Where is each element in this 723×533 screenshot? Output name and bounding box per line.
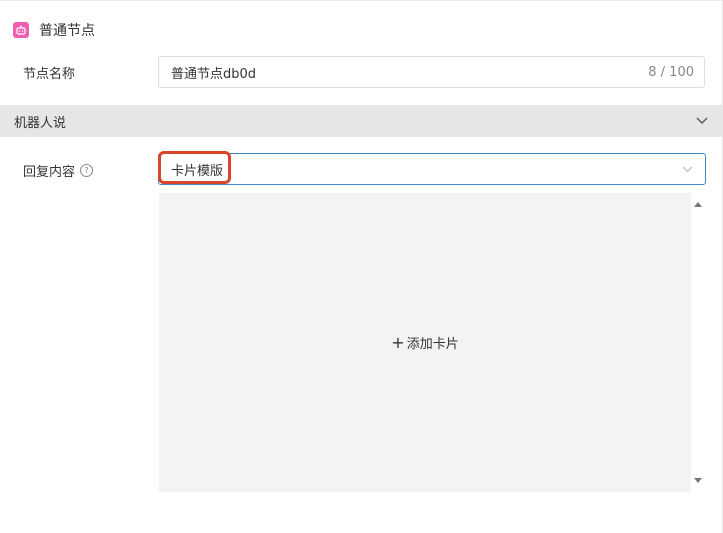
node-name-value: 普通节点db0d xyxy=(171,66,257,82)
node-title: 普通节点 xyxy=(39,23,95,39)
scrollbar[interactable] xyxy=(691,193,706,492)
robot-icon xyxy=(13,22,29,38)
plus-icon: + xyxy=(391,332,405,352)
scroll-up-arrow-icon[interactable] xyxy=(694,202,702,207)
reply-content-label: 回复内容 ? xyxy=(23,161,94,180)
add-card-label: 添加卡片 xyxy=(406,337,459,352)
reply-content-label-text: 回复内容 xyxy=(23,165,76,180)
chevron-down-icon[interactable] xyxy=(696,117,708,125)
add-card-button[interactable]: + 添加卡片 xyxy=(391,333,458,352)
help-icon[interactable]: ? xyxy=(80,164,94,177)
robot-says-section-header[interactable]: 机器人说 xyxy=(0,105,722,137)
node-name-label: 节点名称 xyxy=(23,67,76,82)
node-name-input[interactable]: 普通节点db0d 8 / 100 xyxy=(158,56,705,88)
section-title: 机器人说 xyxy=(14,115,67,131)
template-select[interactable]: 卡片模版 xyxy=(158,153,706,185)
template-select-value: 卡片模版 xyxy=(171,163,224,179)
node-header: 普通节点 xyxy=(13,19,95,41)
card-area: + 添加卡片 xyxy=(159,193,691,492)
character-count: 8 / 100 xyxy=(648,64,694,80)
top-divider xyxy=(0,0,723,1)
scroll-down-arrow-icon[interactable] xyxy=(694,478,702,483)
select-chevron-icon xyxy=(682,166,693,173)
